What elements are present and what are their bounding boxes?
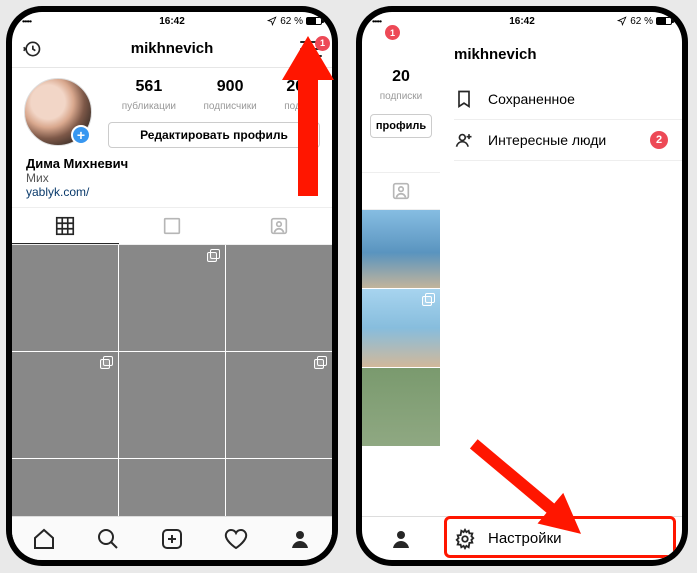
post-thumb[interactable] xyxy=(12,245,118,351)
tab-grid[interactable] xyxy=(12,208,119,244)
status-bar: ••••• 16:42 62 % xyxy=(12,12,332,30)
post-thumb[interactable] xyxy=(119,245,225,351)
menu-label: Сохраненное xyxy=(488,91,575,107)
carousel-icon xyxy=(100,356,114,370)
post-thumb[interactable] xyxy=(12,352,118,458)
carousel-icon xyxy=(422,293,436,307)
gear-icon xyxy=(454,528,476,550)
nav-profile[interactable] xyxy=(268,517,332,560)
stat-posts[interactable]: 561публикации xyxy=(122,78,176,114)
photo-grid xyxy=(12,245,332,560)
battery-pct: 62 % xyxy=(630,16,653,27)
menu-badge: 1 xyxy=(315,36,330,51)
menu-settings[interactable]: Настройки xyxy=(440,528,682,550)
post-thumb[interactable] xyxy=(119,352,225,458)
stat-following[interactable]: 20подписки xyxy=(362,68,440,104)
menu-saved[interactable]: Сохраненное xyxy=(440,79,682,119)
battery-pct: 62 % xyxy=(280,16,303,27)
menu-button[interactable]: 1 xyxy=(300,41,322,57)
carousel-icon xyxy=(314,356,328,370)
tab-tagged[interactable] xyxy=(362,173,440,209)
stat-following[interactable]: 20подп xyxy=(284,78,306,114)
post-thumb[interactable] xyxy=(362,289,440,367)
post-thumb[interactable] xyxy=(226,245,332,351)
nav-activity[interactable] xyxy=(204,517,268,560)
post-thumb[interactable] xyxy=(226,352,332,458)
bio: Дима Михневич Мих yablyk.com/ xyxy=(12,152,332,207)
clock: 16:42 xyxy=(159,16,185,27)
bottom-nav xyxy=(12,516,332,560)
menu-badge: 1 xyxy=(385,25,400,40)
battery-icon xyxy=(656,17,672,25)
side-menu: mikhnevich Сохраненное Интересные люди 2 xyxy=(440,30,682,446)
phone-left: ••••• 16:42 62 % mikhnevich 1 + 561публи… xyxy=(6,6,338,566)
post-thumb[interactable] xyxy=(362,210,440,288)
settings-label: Настройки xyxy=(488,530,562,547)
nav-home[interactable] xyxy=(12,517,76,560)
location-icon xyxy=(267,16,277,26)
status-bar: ••••• 16:42 62 % xyxy=(362,12,682,30)
menu-discover-people[interactable]: Интересные люди 2 xyxy=(440,120,682,160)
carousel-icon xyxy=(207,249,221,263)
avatar[interactable]: + xyxy=(24,78,92,146)
bio-link[interactable]: yablyk.com/ xyxy=(26,185,318,199)
nav-profile[interactable] xyxy=(362,527,440,551)
profile-sliver: 1 20подписки профиль xyxy=(362,30,440,446)
edit-profile-button[interactable]: профиль xyxy=(370,114,432,138)
location-icon xyxy=(617,16,627,26)
username-title: mikhnevich xyxy=(131,40,214,57)
add-story-icon[interactable]: + xyxy=(71,125,91,145)
stat-followers[interactable]: 900подписчики xyxy=(204,78,257,114)
battery-icon xyxy=(306,17,322,25)
post-thumb[interactable] xyxy=(362,368,440,446)
bookmark-icon xyxy=(454,89,474,109)
bio-text: Мих xyxy=(26,171,318,185)
add-person-icon xyxy=(454,130,474,150)
edit-profile-button[interactable]: Редактировать профиль xyxy=(108,122,320,148)
tab-tagged[interactable] xyxy=(225,208,332,244)
discover-badge: 2 xyxy=(650,131,668,149)
signal-icon: ••••• xyxy=(372,16,381,27)
menu-username: mikhnevich xyxy=(440,42,682,79)
tab-feed[interactable] xyxy=(119,208,226,244)
profile-header: mikhnevich 1 xyxy=(12,30,332,68)
profile-tabs xyxy=(12,207,332,245)
nav-search[interactable] xyxy=(76,517,140,560)
archive-icon[interactable] xyxy=(22,39,42,59)
nav-add[interactable] xyxy=(140,517,204,560)
signal-icon: ••••• xyxy=(22,16,31,27)
menu-label: Интересные люди xyxy=(488,132,606,148)
phone-right: ••••• 16:42 62 % 1 20подписки профиль xyxy=(356,6,688,566)
clock: 16:42 xyxy=(509,16,535,27)
menu-button[interactable]: 1 xyxy=(362,30,392,48)
display-name: Дима Михневич xyxy=(26,156,318,171)
